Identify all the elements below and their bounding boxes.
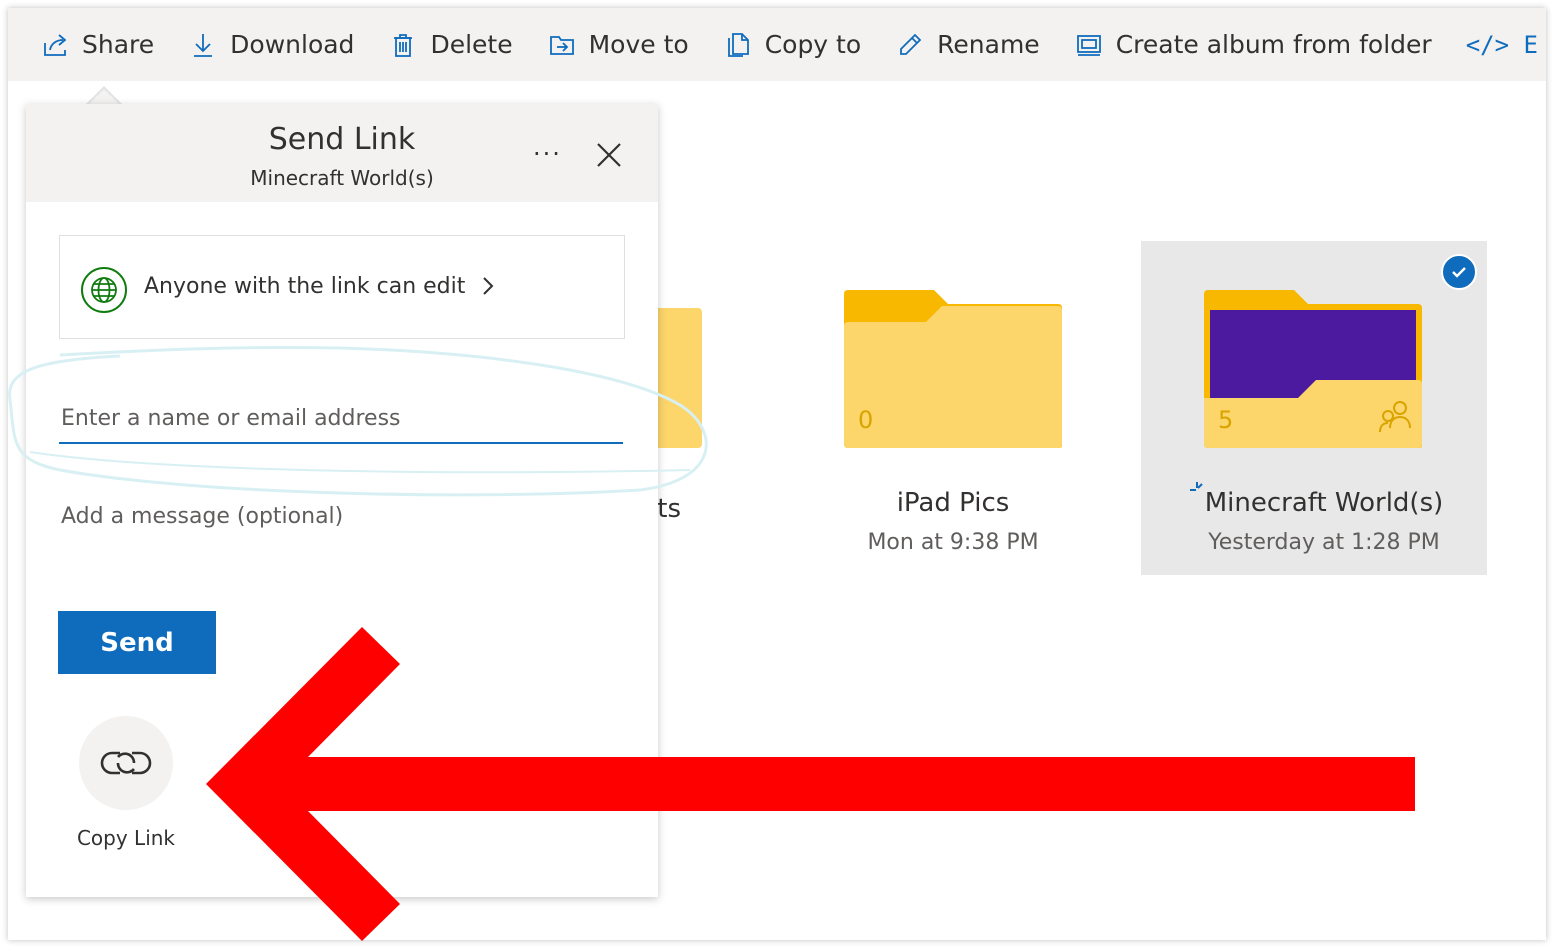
panel-header: Send Link Minecraft World(s) ··· <box>26 104 658 202</box>
move-to-label: Move to <box>588 30 689 59</box>
delete-icon <box>388 30 418 60</box>
link-permission-text: Anyone with the link can edit <box>144 274 466 299</box>
item-count: 5 <box>1218 406 1234 434</box>
folder-icon <box>844 290 1062 448</box>
send-link-panel: Send Link Minecraft World(s) ··· Anyone … <box>26 104 658 897</box>
more-options-button[interactable]: ··· <box>533 140 562 168</box>
embed-button[interactable]: </> E <box>1449 8 1546 81</box>
message-input[interactable] <box>59 496 627 536</box>
file-modified-date: Mon at 9:38 PM <box>867 530 1039 555</box>
copy-to-icon <box>723 30 753 60</box>
link-icon <box>100 751 152 775</box>
download-icon <box>188 30 218 60</box>
panel-title: Send Link <box>268 122 416 157</box>
folder-tile-minecraft-worlds[interactable]: 5 Minecraft World(s) Yesterday at 1:28 P… <box>1184 288 1464 558</box>
move-to-button[interactable]: Move to <box>530 8 706 81</box>
onedrive-window: Share Download Delete Move to Copy to Re… <box>8 8 1546 940</box>
album-icon <box>1074 30 1104 60</box>
link-permission-button[interactable]: Anyone with the link can edit <box>59 235 625 339</box>
globe-icon <box>81 267 127 313</box>
command-bar: Share Download Delete Move to Copy to Re… <box>8 8 1546 81</box>
close-icon[interactable] <box>594 140 624 170</box>
embed-icon: </> E <box>1465 30 1538 59</box>
rename-button[interactable]: Rename <box>878 8 1057 81</box>
share-label: Share <box>82 30 155 59</box>
share-button[interactable]: Share <box>8 8 171 81</box>
folder-tile-ipad-pics[interactable]: 0 iPad Pics Mon at 9:38 PM <box>838 288 1068 558</box>
file-name: iPad Pics <box>896 488 1010 518</box>
item-count: 0 <box>858 406 874 434</box>
share-icon <box>40 30 70 60</box>
selected-check-icon[interactable] <box>1441 254 1477 290</box>
move-to-icon <box>547 30 577 60</box>
download-label: Download <box>230 30 355 59</box>
panel-subtitle: Minecraft World(s) <box>250 166 434 190</box>
rename-label: Rename <box>937 30 1040 59</box>
chevron-right-icon <box>483 277 494 295</box>
copy-to-button[interactable]: Copy to <box>706 8 878 81</box>
email-input[interactable] <box>59 394 623 444</box>
copy-link-button[interactable] <box>79 716 173 810</box>
download-button[interactable]: Download <box>171 8 371 81</box>
send-button[interactable]: Send <box>58 611 216 674</box>
file-name: Minecraft World(s) <box>1204 488 1444 518</box>
file-modified-date: Yesterday at 1:28 PM <box>1208 530 1440 555</box>
shared-people-icon <box>1379 401 1411 433</box>
create-album-button[interactable]: Create album from folder <box>1057 8 1449 81</box>
create-album-label: Create album from folder <box>1115 30 1432 59</box>
delete-button[interactable]: Delete <box>371 8 529 81</box>
copy-to-label: Copy to <box>764 30 862 59</box>
copy-link-label: Copy Link <box>76 826 176 850</box>
delete-label: Delete <box>430 30 513 59</box>
rename-icon <box>895 30 925 60</box>
